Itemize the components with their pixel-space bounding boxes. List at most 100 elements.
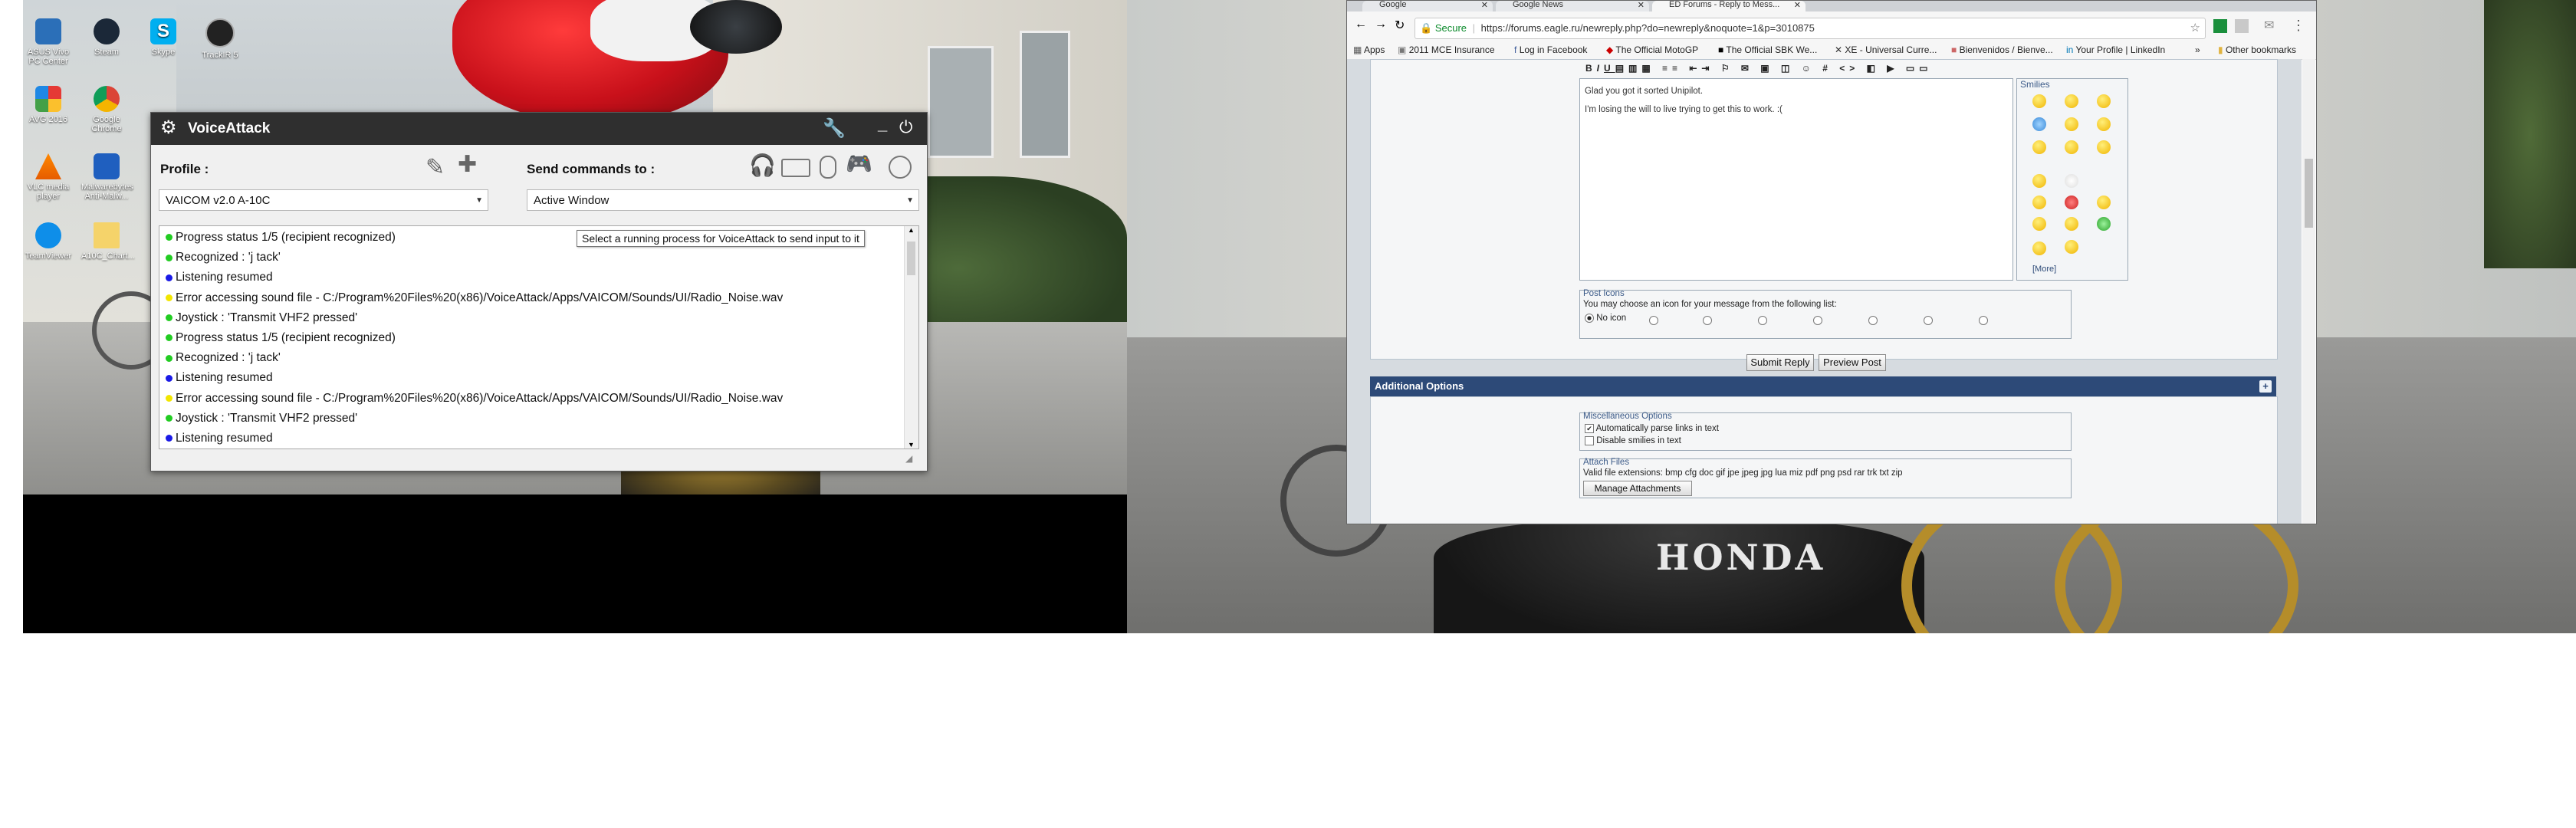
editor-toolbar[interactable]: BIU▤▥▦ ≡≡ ⇤⇥ ⚐ ✉ ▣ ◫ ☺ # <> ◧ ▶ ▭▭ [1585, 63, 1984, 77]
smiley-icon[interactable] [2032, 242, 2046, 255]
post-icon-radio[interactable] [1758, 314, 1767, 325]
skype-icon: S [150, 18, 176, 44]
post-icon-radio[interactable] [1703, 314, 1712, 325]
tab-google[interactable]: Google ✕ [1362, 1, 1493, 12]
recognition-log[interactable]: Progress status 1/5 (recipient recognize… [159, 225, 919, 449]
forward-icon[interactable]: → [1375, 18, 1387, 31]
disable-smilies-checkbox[interactable]: Disable smilies in text [1585, 436, 1681, 445]
other-bookmarks[interactable]: ▮ Other bookmarks [2218, 44, 2296, 55]
resize-grip-icon[interactable]: ◢ [905, 453, 912, 464]
smiley-icon[interactable] [2065, 240, 2078, 254]
desktop-icon-chrome[interactable]: Google Chrome [81, 86, 132, 143]
extension-icon[interactable] [2235, 19, 2249, 33]
message-editor[interactable]: Glad you got it sorted Unipilot. I'm los… [1579, 78, 2013, 281]
additional-options-header[interactable]: Additional Options + [1370, 376, 2276, 396]
power-button[interactable]: ⏻ [899, 117, 912, 137]
manage-attachments-button[interactable]: Manage Attachments [1583, 481, 1692, 496]
smiley-icon[interactable] [2097, 94, 2111, 108]
close-icon[interactable]: ✕ [1481, 2, 1488, 10]
expand-icon[interactable]: + [2259, 380, 2272, 393]
smiley-icon[interactable] [2032, 117, 2046, 131]
voiceattack-titlebar[interactable]: ⚙ VoiceAttack 🔧 _ ⏻ [151, 113, 927, 145]
scrollbar[interactable]: ▲ ▼ [904, 226, 918, 449]
bookmark-mce[interactable]: ▣ 2011 MCE Insurance [1398, 44, 1495, 55]
post-icon-radio[interactable] [1924, 314, 1933, 325]
smiley-icon[interactable] [2097, 217, 2111, 231]
edit-profile-icon[interactable]: ✎ [426, 154, 445, 181]
smiley-icon[interactable] [2065, 117, 2078, 131]
keyboard-icon[interactable] [781, 159, 810, 177]
back-icon[interactable]: ← [1355, 18, 1367, 31]
bold-icon[interactable]: B [1585, 63, 1597, 74]
post-icon-radio[interactable] [1979, 314, 1988, 325]
bookmark-linkedin[interactable]: in Your Profile | LinkedIn [2066, 44, 2165, 55]
bookmark-apps[interactable]: ▦ Apps [1353, 44, 1385, 55]
menu-icon[interactable]: ⋮ [2292, 18, 2305, 34]
send-commands-select[interactable]: Active Window ▼ [527, 189, 919, 211]
stop-icon[interactable] [889, 156, 912, 179]
desktop-icon-steam[interactable]: Steam [81, 18, 132, 75]
gamepad-icon[interactable]: 🎮 [846, 151, 872, 176]
desktop-icon-teamviewer[interactable]: TeamViewer [23, 222, 74, 279]
scroll-up-icon[interactable]: ▲ [908, 226, 915, 234]
scroll-down-icon[interactable]: ▼ [908, 441, 915, 449]
underline-icon[interactable]: U [1604, 63, 1615, 74]
parse-links-checkbox[interactable]: ✔ Automatically parse links in text [1585, 424, 1719, 433]
preview-post-button[interactable]: Preview Post [1819, 354, 1886, 371]
scrollbar-thumb[interactable] [2305, 159, 2313, 228]
more-smilies-link[interactable]: [More] [2032, 264, 2056, 274]
smiley-icon[interactable] [2097, 196, 2111, 209]
tab-google-news[interactable]: Google News ✕ [1496, 1, 1649, 12]
smiley-icon[interactable] [2032, 140, 2046, 154]
desktop-icon-avg[interactable]: AVG 2016 [23, 86, 74, 143]
headset-icon[interactable]: 🎧 [749, 153, 776, 178]
bookmark-sbk[interactable]: ■ The Official SBK We... [1718, 44, 1817, 55]
no-icon-option[interactable]: No icon [1585, 314, 1626, 323]
post-icon-radio[interactable] [1649, 314, 1658, 325]
bookmarks-overflow[interactable]: » [2195, 44, 2200, 55]
bookmark-motogp[interactable]: ◆ The Official MotoGP [1606, 44, 1698, 55]
desktop-icon-malwarebytes[interactable]: Malwarebytes Anti-Malw... [81, 153, 133, 210]
address-bar[interactable]: 🔒 Secure | https://forums.eagle.ru/newre… [1414, 18, 2206, 39]
desktop-icon-vlc[interactable]: VLC media player [23, 153, 74, 210]
tab-ed-forums[interactable]: ED Forums - Reply to Mess... ✕ [1652, 1, 1806, 12]
extension-icon[interactable] [2213, 19, 2227, 33]
desktop-icon-skype[interactable]: S Skype [138, 18, 189, 75]
log-entry: Joystick : 'Transmit VHF2 pressed' [159, 409, 918, 429]
smiley-icon[interactable] [2097, 117, 2111, 131]
tab-strip: Google ✕ Google News ✕ ED Forums - Reply… [1347, 1, 2316, 12]
italic-icon[interactable]: I [1597, 63, 1604, 74]
bookmark-bienvenidos[interactable]: ■ Bienvenidos / Bienve... [1951, 44, 2053, 55]
reload-icon[interactable]: ↻ [1395, 18, 1405, 33]
bookmark-facebook[interactable]: f Log in Facebook [1514, 44, 1587, 55]
post-icon-radio[interactable] [1813, 314, 1822, 325]
smiley-icon[interactable] [2032, 94, 2046, 108]
star-icon[interactable]: ☆ [2190, 18, 2200, 38]
smiley-icon[interactable] [2065, 174, 2078, 188]
log-entry-text: Progress status 1/5 (recipient recognize… [176, 231, 396, 244]
submit-reply-button[interactable]: Submit Reply [1746, 354, 1814, 371]
smiley-icon[interactable] [2032, 174, 2046, 188]
smiley-icon[interactable] [2032, 217, 2046, 231]
scrollbar-thumb[interactable] [907, 242, 915, 275]
mouse-icon[interactable] [820, 156, 836, 179]
page-scrollbar[interactable] [2302, 59, 2315, 524]
smiley-icon[interactable] [2065, 94, 2078, 108]
desktop-icon-asus[interactable]: ASUS Vivo PC Center [23, 18, 74, 75]
desktop-icon-trackir[interactable]: TrackIR 5 [195, 18, 245, 75]
desktop-icon-a10c-chart[interactable]: A10C_Chart... [81, 222, 135, 279]
extension-icon[interactable]: ✉ [2264, 18, 2274, 33]
add-profile-icon[interactable]: ✚ [458, 151, 477, 178]
minimize-button[interactable]: _ [878, 114, 887, 134]
bookmark-xe[interactable]: ✕ XE - Universal Curre... [1835, 44, 1937, 55]
smiley-icon[interactable] [2097, 140, 2111, 154]
smiley-icon[interactable] [2065, 196, 2078, 209]
profile-select[interactable]: VAICOM v2.0 A-10C ▼ [159, 189, 488, 211]
post-icon-radio[interactable] [1868, 314, 1878, 325]
wrench-icon[interactable]: 🔧 [823, 117, 846, 140]
close-icon[interactable]: ✕ [1638, 2, 1644, 10]
close-icon[interactable]: ✕ [1794, 2, 1801, 10]
smiley-icon[interactable] [2065, 140, 2078, 154]
smiley-icon[interactable] [2065, 217, 2078, 231]
smiley-icon[interactable] [2032, 196, 2046, 209]
